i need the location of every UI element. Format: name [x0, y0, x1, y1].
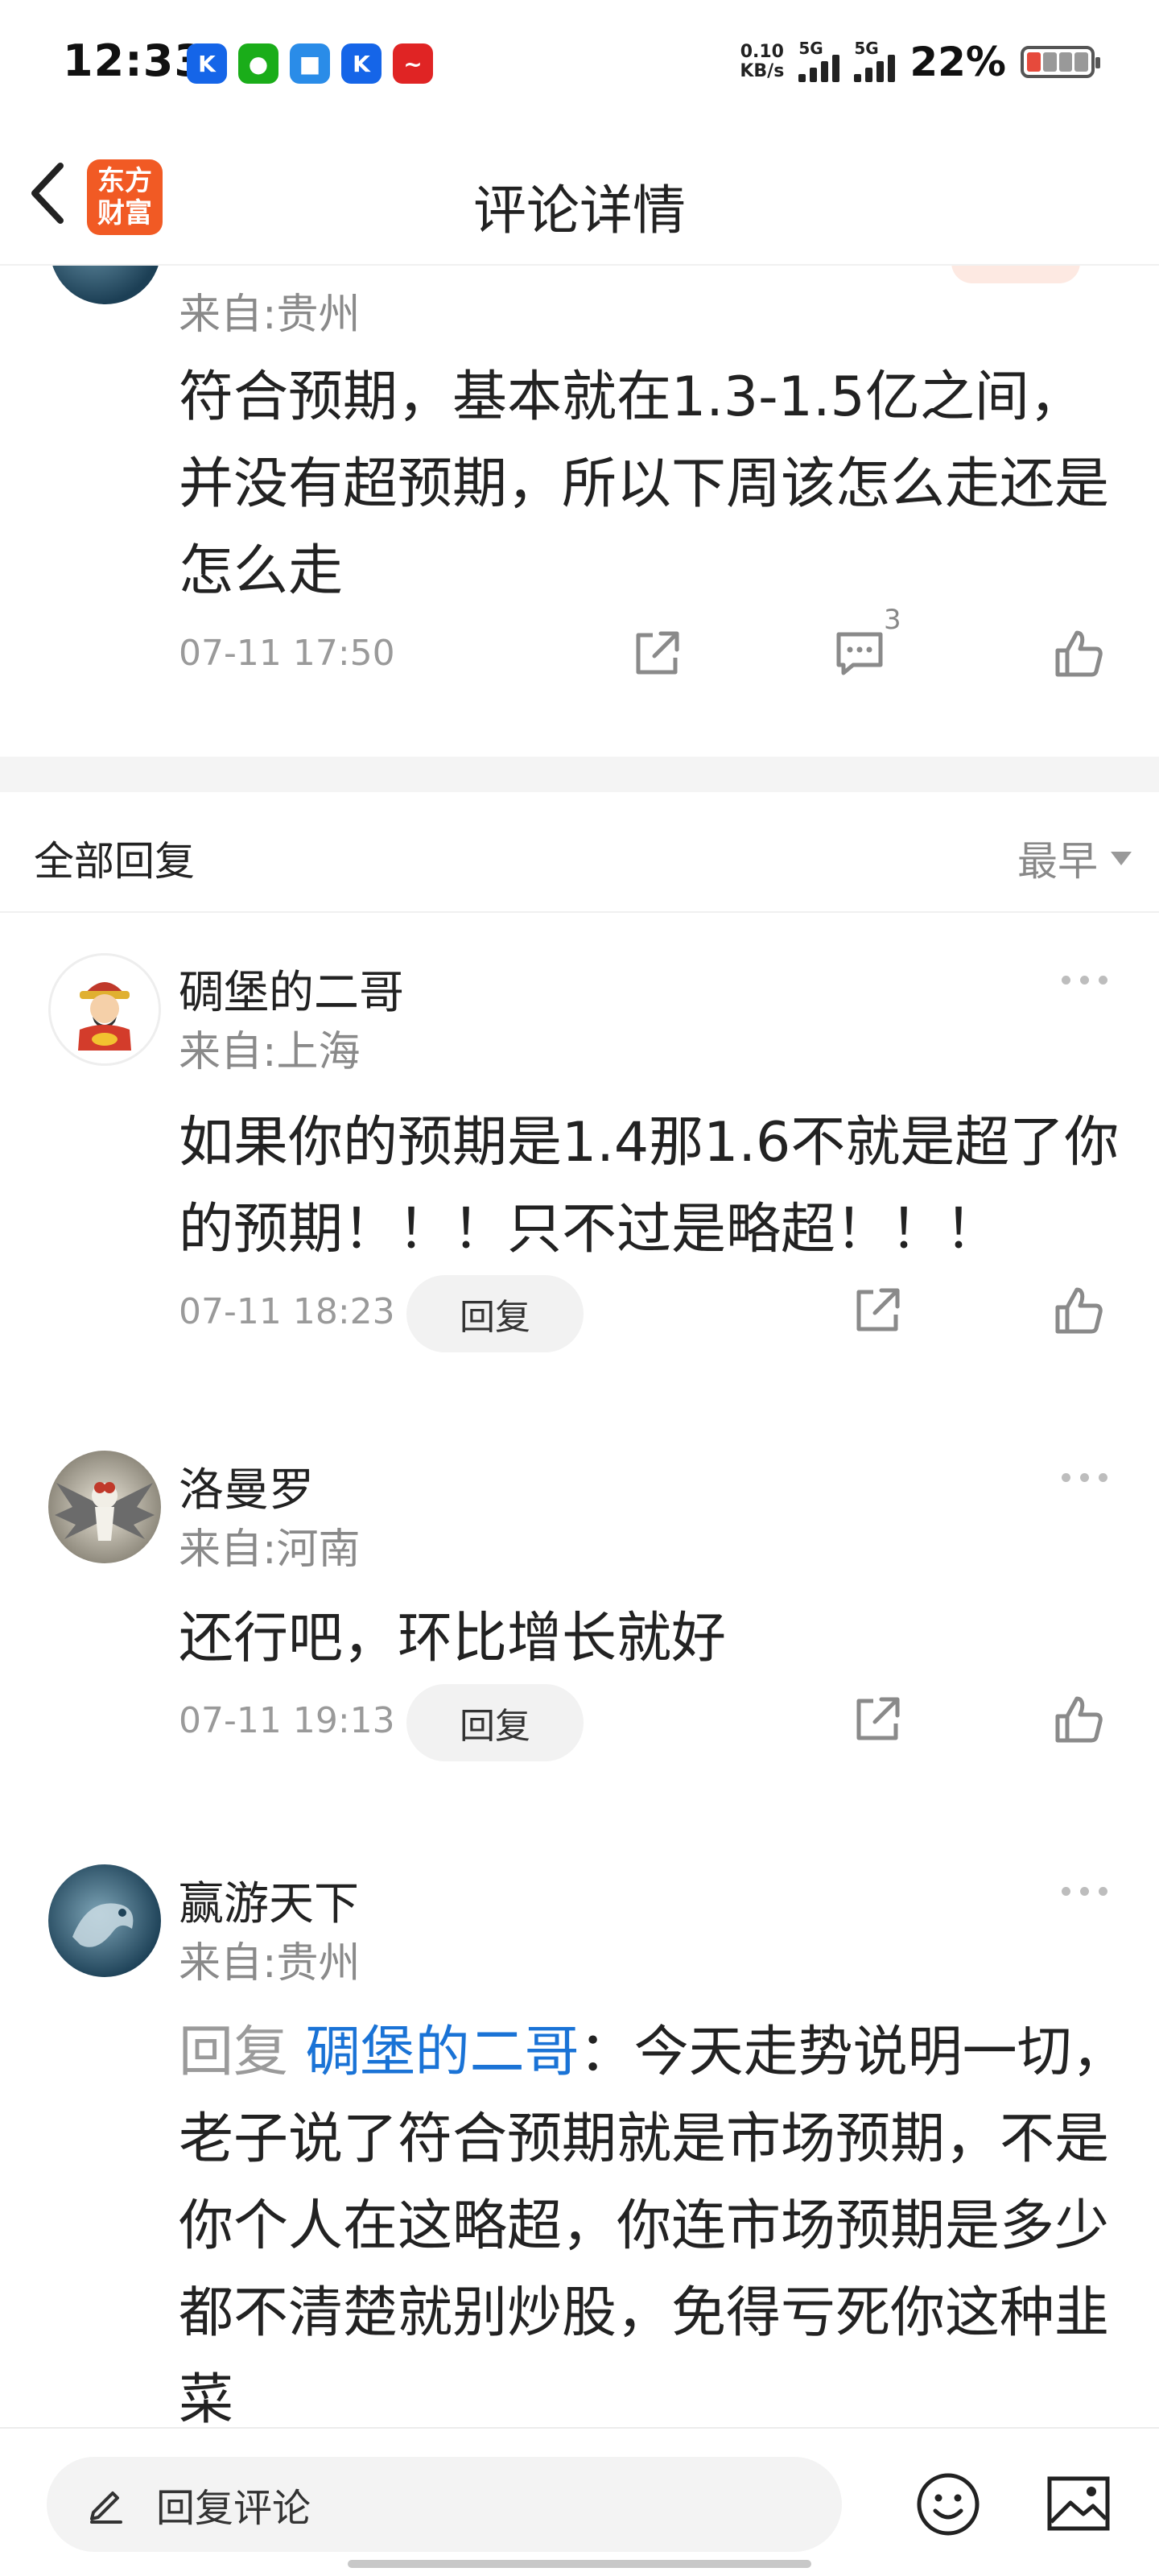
- k-app-icon: K: [187, 43, 227, 84]
- pencil-icon: [90, 2491, 122, 2524]
- reply-location: 来自:上海: [179, 1028, 361, 1076]
- more-dots-icon: [1062, 976, 1070, 985]
- signal-icon-2: 5G: [854, 39, 896, 82]
- comment-time: 07-11 17:50: [179, 633, 395, 674]
- stock-app-icon: ~: [393, 43, 433, 84]
- avatar[interactable]: [48, 1864, 161, 1977]
- more-options-button[interactable]: [1062, 1473, 1107, 1482]
- more-options-button[interactable]: [1062, 976, 1107, 985]
- comment-text: 符合预期，基本就在1.3-1.5亿之间，并没有超预期，所以下周该怎么走还是怎么走: [179, 365, 1110, 603]
- signal-bar: [876, 61, 885, 82]
- battery-icon: [1021, 46, 1100, 78]
- sort-dropdown[interactable]: 最早: [1017, 829, 1132, 887]
- thumbs-up-icon: [1055, 630, 1103, 677]
- section-divider: [0, 757, 1159, 792]
- wechat-icon: ●: [238, 43, 278, 84]
- main-comment: 来自:贵州 符合预期，基本就在1.3-1.5亿之间，并没有超预期，所以下周该怎么…: [0, 266, 1159, 757]
- image-icon: [1047, 2476, 1110, 2531]
- all-replies-title: 全部回复: [34, 838, 195, 885]
- comment-icon: [836, 632, 883, 675]
- comment-location: 来自:贵州: [179, 291, 361, 339]
- bottom-bar: 回复评论: [0, 2427, 1159, 2576]
- reply-location: 来自:河南: [179, 1525, 361, 1574]
- k-app-icon-2: K: [341, 43, 382, 84]
- cloud-app-icon: ■: [290, 43, 330, 84]
- sort-label: 最早: [1017, 838, 1098, 885]
- reply-item: 赢游天下 来自:贵州 回复 碉堡的二哥：今天走势说明一切，老子说了符合预期就是市…: [0, 1864, 1159, 2428]
- network-speed: 0.10 KB/s: [740, 42, 785, 81]
- page-title: 评论详情: [473, 180, 686, 242]
- dragon-avatar-image: [72, 1903, 134, 1947]
- reply-prefix: 回复: [179, 2021, 289, 2084]
- emoji-icon: [917, 2473, 980, 2536]
- reply-text: 还行吧，环比增长就好: [179, 1607, 727, 1670]
- signal-bar: [854, 74, 862, 82]
- reply-button[interactable]: 回复: [406, 1275, 584, 1352]
- reply-text: 如果你的预期是1.4那1.6不就是超了你的预期！！！只不过是略超！！！: [179, 1111, 1120, 1261]
- signal-bar: [888, 55, 896, 82]
- share-button[interactable]: [845, 1278, 909, 1343]
- signal-bar: [810, 68, 818, 82]
- status-bar: 12:33 K ● ■ K ~ 0.10 KB/s 5G 5G 22%: [0, 0, 1159, 121]
- thumbs-up-icon: [1055, 1696, 1103, 1743]
- avatar[interactable]: [48, 1451, 161, 1563]
- like-button[interactable]: [1046, 621, 1111, 686]
- battery-percent: 22%: [909, 39, 1006, 85]
- emoji-button[interactable]: [909, 2466, 987, 2543]
- home-indicator[interactable]: [348, 2560, 811, 2568]
- reply-time: 07-11 19:13: [179, 1700, 395, 1741]
- comment-button[interactable]: [827, 621, 892, 686]
- god-of-wealth-avatar-image: [51, 956, 159, 1063]
- signal-bar: [798, 74, 806, 82]
- signal-bar: [821, 61, 829, 82]
- reply-time: 07-11 18:23: [179, 1291, 395, 1332]
- avatar[interactable]: [50, 266, 161, 304]
- thumbs-up-icon: [1055, 1287, 1103, 1334]
- share-icon: [636, 631, 679, 675]
- more-dots-icon: [1062, 1887, 1070, 1896]
- avatar[interactable]: [48, 953, 161, 1066]
- signal-bar: [865, 68, 873, 82]
- replies-header: 全部回复 最早: [0, 792, 1159, 913]
- reply-button[interactable]: 回复: [406, 1684, 584, 1761]
- reply-username[interactable]: 赢游天下: [179, 1868, 359, 1933]
- reply-input[interactable]: 回复评论: [47, 2457, 842, 2552]
- image-button[interactable]: [1040, 2471, 1117, 2538]
- reply-item: 碉堡的二哥 来自:上海 如果你的预期是1.4那1.6不就是超了你的预期！！！只不…: [0, 953, 1159, 1388]
- like-button[interactable]: [1046, 1687, 1111, 1752]
- more-dots-icon: [1062, 1473, 1070, 1482]
- share-button[interactable]: [625, 621, 689, 686]
- status-time: 12:33: [63, 35, 205, 86]
- signal-bar: [832, 55, 840, 82]
- like-button[interactable]: [1046, 1278, 1111, 1343]
- follow-badge[interactable]: [951, 266, 1080, 283]
- app-header: 东方 财富 评论详情: [0, 121, 1159, 266]
- reply-location: 来自:贵州: [179, 1939, 361, 1988]
- reply-text: 回复 碉堡的二哥：今天走势说明一切，老子说了符合预期就是市场预期，不是你个人在这…: [179, 2009, 1128, 2428]
- reply-username[interactable]: 碉堡的二哥: [179, 956, 404, 1022]
- mention-link[interactable]: 碉堡的二哥: [306, 2021, 580, 2084]
- more-options-button[interactable]: [1062, 1887, 1107, 1896]
- comment-count: 3: [884, 604, 901, 636]
- notification-app-icons: K ● ■ K ~: [187, 43, 433, 84]
- caret-down-icon: [1111, 851, 1132, 865]
- share-button[interactable]: [845, 1687, 909, 1752]
- reply-input-placeholder: 回复评论: [156, 2486, 311, 2531]
- share-icon: [856, 1697, 900, 1740]
- reply-item: 洛曼罗 来自:河南 还行吧，环比增长就好 07-11 19:13 回复: [0, 1451, 1159, 1821]
- winged-angel-avatar-image: [55, 1482, 155, 1541]
- share-icon: [856, 1288, 900, 1331]
- signal-icon: 5G: [798, 39, 840, 82]
- status-indicators: 0.10 KB/s 5G 5G 22%: [740, 39, 1100, 85]
- reply-username[interactable]: 洛曼罗: [179, 1454, 314, 1519]
